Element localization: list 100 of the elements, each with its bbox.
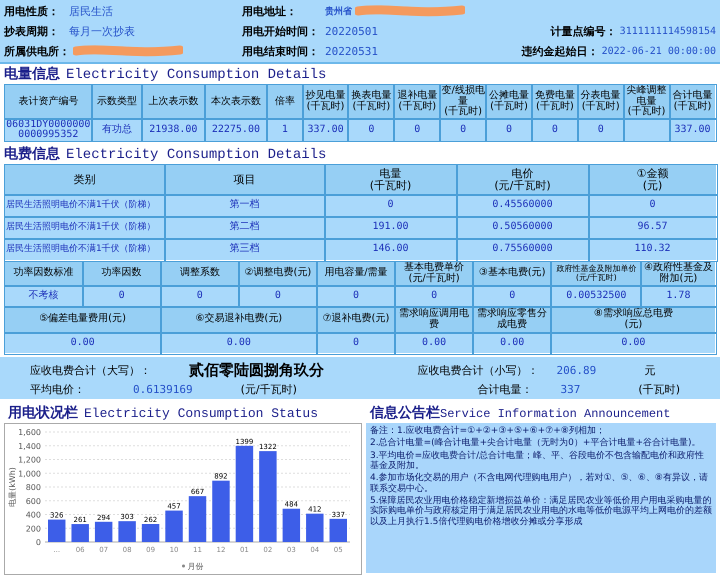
axis-tick-label: 400 <box>26 510 41 520</box>
table-cell: 0 <box>348 119 394 141</box>
table-cell: 0.00 <box>160 332 317 354</box>
table-cell: 第二档 <box>164 216 324 238</box>
column-header: 类别 <box>4 164 164 194</box>
field-value: 20220531 <box>325 44 378 58</box>
column-header: ⑤偏差电量费用(元) <box>4 306 161 332</box>
section-subtitle: Electricity Consumption Details <box>66 147 326 163</box>
unit-label: 元 <box>644 363 656 378</box>
field-label: 用电地址： <box>242 4 298 18</box>
table-cell: 21938.00 <box>142 119 205 141</box>
axis-tick-label: 200 <box>26 524 41 534</box>
section-title: 用电状况栏 <box>8 404 78 422</box>
column-header: 上次表示数 <box>142 84 205 119</box>
table-cell: 0.75560000 <box>456 238 588 260</box>
column-header: ④政府性基金及附加(元) <box>641 262 716 286</box>
bar <box>165 510 183 542</box>
column-header: 政府性基金及附加单价 (元/千瓦时) <box>551 262 642 286</box>
table-cell: 居民生活照明电价不满1千伏（阶梯） <box>4 194 164 216</box>
column-header: 示数类型 <box>92 84 142 119</box>
announcement-note: 3.平均电价=应收电费合计/总合计电量；峰、平、谷段电价不包含输配电价和政府性基金及附加。 <box>370 450 706 472</box>
total-kwh: 337 <box>560 383 580 396</box>
average-price-label: 平均电价： <box>30 382 85 397</box>
table-cell: 居民生活照明电价不满1千伏（阶梯） <box>4 216 164 238</box>
table-cell: 0 <box>588 194 716 216</box>
table-cell: 不考核 <box>4 286 83 306</box>
total-kwh-label: 合计电量： <box>478 382 533 397</box>
bar <box>306 514 324 542</box>
column-header: 基本电费单价 (元/千瓦时) <box>395 262 474 286</box>
column-header: 抄见电量 (千瓦时) <box>302 84 348 119</box>
table-cell: 第三档 <box>164 238 324 260</box>
x-axis-title: 月份 <box>188 562 204 571</box>
table-cell: 居民生活照明电价不满1千伏（阶梯） <box>4 238 164 260</box>
axis-title: 月份 <box>182 562 204 571</box>
axis-title: 电量(kWh) <box>8 467 17 507</box>
column-header: ①金额 (元) <box>588 164 716 194</box>
table-cell: 0 <box>316 286 396 306</box>
total-label: 应收电费合计（小写）： <box>418 363 539 378</box>
axis-tick-label: 1,000 <box>18 469 41 478</box>
table-cell: 0 <box>316 332 396 354</box>
column-header: 尖峰调整电量 (千瓦时) <box>624 84 670 119</box>
column-header: 公摊电量 (千瓦时) <box>486 84 532 119</box>
table-cell: 0 <box>160 286 239 306</box>
field-label: 所属供电所： <box>4 44 70 58</box>
column-header: 电量 (千瓦时) <box>324 164 456 194</box>
bar <box>330 518 347 542</box>
table-cell: 0.00 <box>4 332 161 354</box>
bar <box>118 521 136 542</box>
table-cell: 0.45560000 <box>456 194 588 216</box>
column-header: ②调整电费(元) <box>238 262 317 286</box>
column-header: 项目 <box>164 164 324 194</box>
section-title: 信息公告栏 <box>370 404 440 422</box>
table-cell: 0.50560000 <box>456 216 588 238</box>
column-header: 合计电量 (千瓦时) <box>670 84 716 119</box>
column-header: 本次表示数 <box>204 84 268 119</box>
announcement-note: 5.保障居民农业用电价格稳定新增损益单价：满足居民农业等低价用户用电采购电量的实际购电单价与政府核定用于满足居民农业用电的水电等低价电源平均上网电价的差额以及上月执行1.5倍代理购电价格增收分摊或分享形成 <box>370 496 712 528</box>
field-value: 3111111114598154 <box>620 26 716 36</box>
table-cell: 0 <box>532 119 578 141</box>
column-header: 电价 (元/千瓦时) <box>456 164 588 194</box>
table-cell: 有功总 <box>92 119 142 141</box>
table-cell: 110.32 <box>588 238 716 260</box>
field-value: 居民生活 <box>69 4 113 18</box>
column-header: 表计资产编号 <box>4 84 92 119</box>
table-cell <box>624 119 670 141</box>
column-header: 换表电量 (千瓦时) <box>348 84 394 119</box>
section-title: 电量信息 <box>4 65 60 83</box>
field-label: 计量点编号： <box>550 24 617 38</box>
bar <box>212 480 230 542</box>
column-header: 倍率 <box>267 84 303 119</box>
bar <box>48 520 66 542</box>
axis-tick-label: 0 <box>36 538 41 547</box>
table-cell: 146.00 <box>324 238 456 260</box>
column-header: 用电容量/需量 <box>316 262 396 286</box>
table-cell: 22275.00 <box>204 119 268 141</box>
column-header: 调整系数 <box>160 262 239 286</box>
table-cell: 1.78 <box>641 286 716 306</box>
table-cell: 1 <box>267 119 303 141</box>
table-cell: 0 <box>440 119 486 141</box>
bar <box>94 522 112 542</box>
total-label: 应收电费合计（大写）： <box>30 363 151 378</box>
section-subtitle: Service Information Announcement <box>440 407 670 421</box>
table-cell: 191.00 <box>324 216 456 238</box>
field-label: 抄表周期： <box>4 24 60 38</box>
column-header: ③基本电费(元) <box>473 262 552 286</box>
average-price: 0.6139169 <box>133 383 193 396</box>
bar <box>71 524 89 542</box>
column-header: 需求响应调用电费 <box>395 306 474 332</box>
total-in-words: 贰佰零陆圆捌角玖分 <box>189 361 324 380</box>
axis-tick-label: 800 <box>26 483 41 492</box>
field-label: 用电结束时间： <box>242 44 320 58</box>
column-header: ⑦退补电费(元) <box>316 306 396 332</box>
table-cell: 0 <box>578 119 624 141</box>
announcement-note: 4.参加市场化交易的用户（不含电网代理购电用户），若对①、⑤、⑥、⑧有异议，请联系交易中心。 <box>370 473 709 494</box>
column-header: 需求响应零售分成电费 <box>473 306 552 332</box>
axis-tick-label: 600 <box>26 496 41 506</box>
column-header: 功率因数 <box>82 262 161 286</box>
table-cell: 0 <box>486 119 532 141</box>
table-cell: 0.00 <box>395 332 474 354</box>
table-cell: 0 <box>394 119 440 141</box>
announcement-note: 2.总合计电量=(峰合计电量+尖合计电量（无时为0）+平合计电量+谷合计电量)。 <box>370 438 702 449</box>
